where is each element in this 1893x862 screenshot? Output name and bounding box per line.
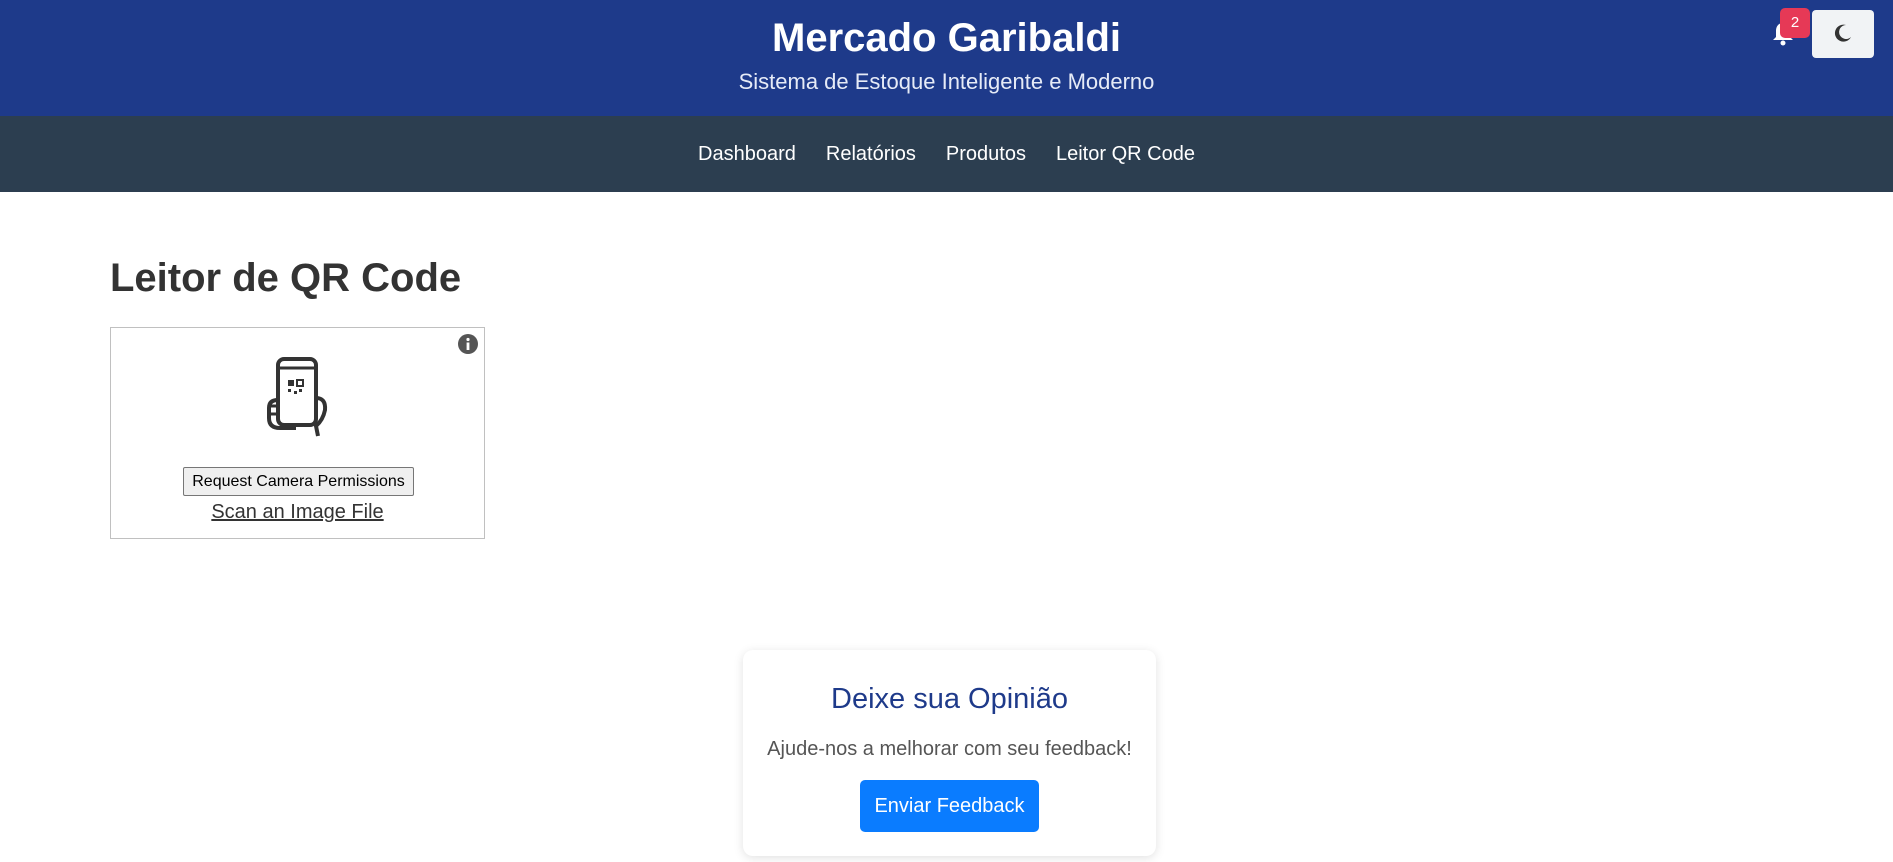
page-title: Leitor de QR Code bbox=[110, 256, 462, 300]
nav-produtos[interactable]: Produtos bbox=[931, 116, 1041, 192]
send-feedback-button[interactable]: Enviar Feedback bbox=[860, 780, 1039, 832]
main-navbar: Dashboard Relatórios Produtos Leitor QR … bbox=[0, 116, 1893, 192]
request-camera-button[interactable]: Request Camera Permissions bbox=[183, 467, 414, 496]
nav-dashboard[interactable]: Dashboard bbox=[683, 116, 811, 192]
moon-icon bbox=[1833, 23, 1853, 46]
nav-leitor-qr[interactable]: Leitor QR Code bbox=[1041, 116, 1210, 192]
feedback-card: Deixe sua Opinião Ajude-nos a melhorar c… bbox=[743, 650, 1156, 856]
app-header: Mercado Garibaldi Sistema de Estoque Int… bbox=[0, 0, 1893, 116]
app-title: Mercado Garibaldi bbox=[772, 16, 1121, 60]
app-subtitle: Sistema de Estoque Inteligente e Moderno bbox=[738, 69, 1155, 94]
feedback-title: Deixe sua Opinião bbox=[831, 683, 1068, 715]
qr-scanner-panel: Request Camera Permissions Scan an Image… bbox=[110, 327, 485, 539]
nav-relatorios[interactable]: Relatórios bbox=[811, 116, 931, 192]
feedback-text: Ajude-nos a melhorar com seu feedback! bbox=[767, 738, 1132, 760]
theme-toggle-button[interactable] bbox=[1812, 10, 1874, 58]
phone-qr-icon bbox=[266, 356, 332, 438]
notification-badge[interactable]: 2 bbox=[1780, 8, 1810, 38]
scan-image-file-link[interactable]: Scan an Image File bbox=[111, 501, 484, 524]
info-icon[interactable] bbox=[457, 333, 479, 355]
